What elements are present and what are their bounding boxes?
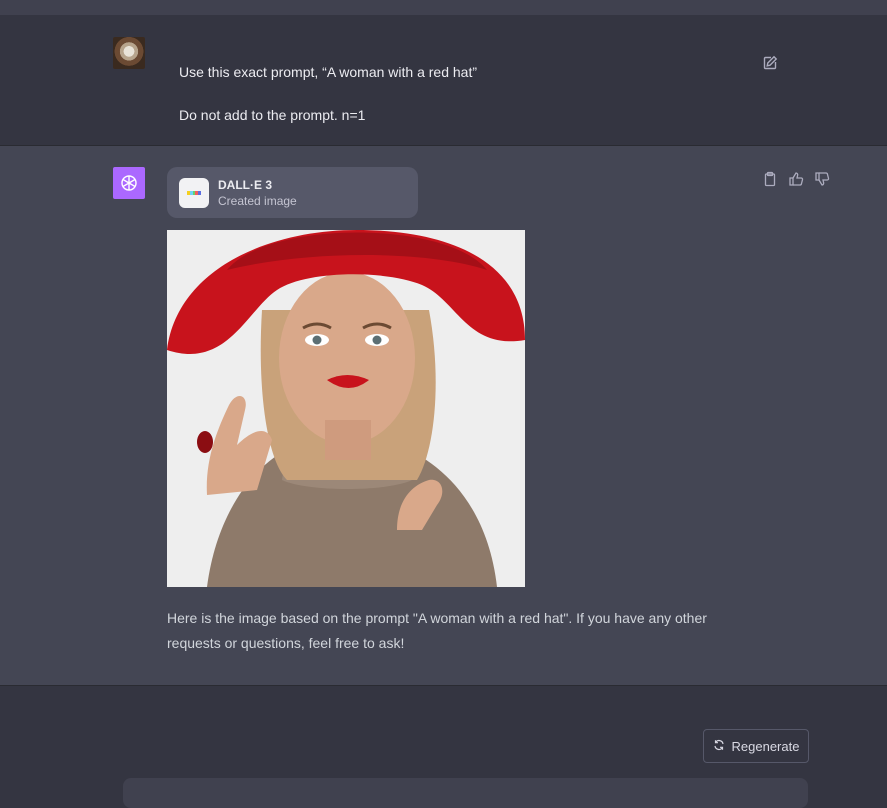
top-bar (0, 0, 887, 15)
clipboard-icon[interactable] (762, 171, 778, 187)
regenerate-button[interactable]: Regenerate (703, 729, 809, 763)
user-message-line: Use this exact prompt, “A woman with a r… (179, 64, 478, 80)
edit-icon[interactable] (762, 55, 778, 71)
thumbs-up-icon[interactable] (788, 171, 804, 187)
assistant-message: DALL·E 3 Created image Here is the image… (0, 146, 887, 686)
user-message-text: Use this exact prompt, “A woman with a r… (179, 61, 477, 126)
user-message: Use this exact prompt, “A woman with a r… (0, 15, 887, 146)
dalle-tool-card[interactable]: DALL·E 3 Created image (167, 167, 418, 218)
message-actions (762, 171, 830, 187)
tool-card-subtitle: Created image (218, 194, 297, 208)
tool-card-title: DALL·E 3 (218, 178, 272, 192)
user-message-line: Do not add to the prompt. n=1 (179, 107, 366, 123)
thumbs-down-icon[interactable] (814, 171, 830, 187)
generated-image[interactable] (167, 230, 525, 587)
regenerate-label: Regenerate (731, 738, 800, 754)
message-composer[interactable] (123, 778, 808, 808)
openai-logo-icon (121, 175, 137, 191)
dalle-logo-icon (179, 178, 209, 208)
user-avatar (113, 37, 145, 69)
assistant-message-text: Here is the image based on the prompt "A… (167, 610, 707, 651)
refresh-icon (713, 739, 725, 754)
assistant-avatar (113, 167, 145, 199)
